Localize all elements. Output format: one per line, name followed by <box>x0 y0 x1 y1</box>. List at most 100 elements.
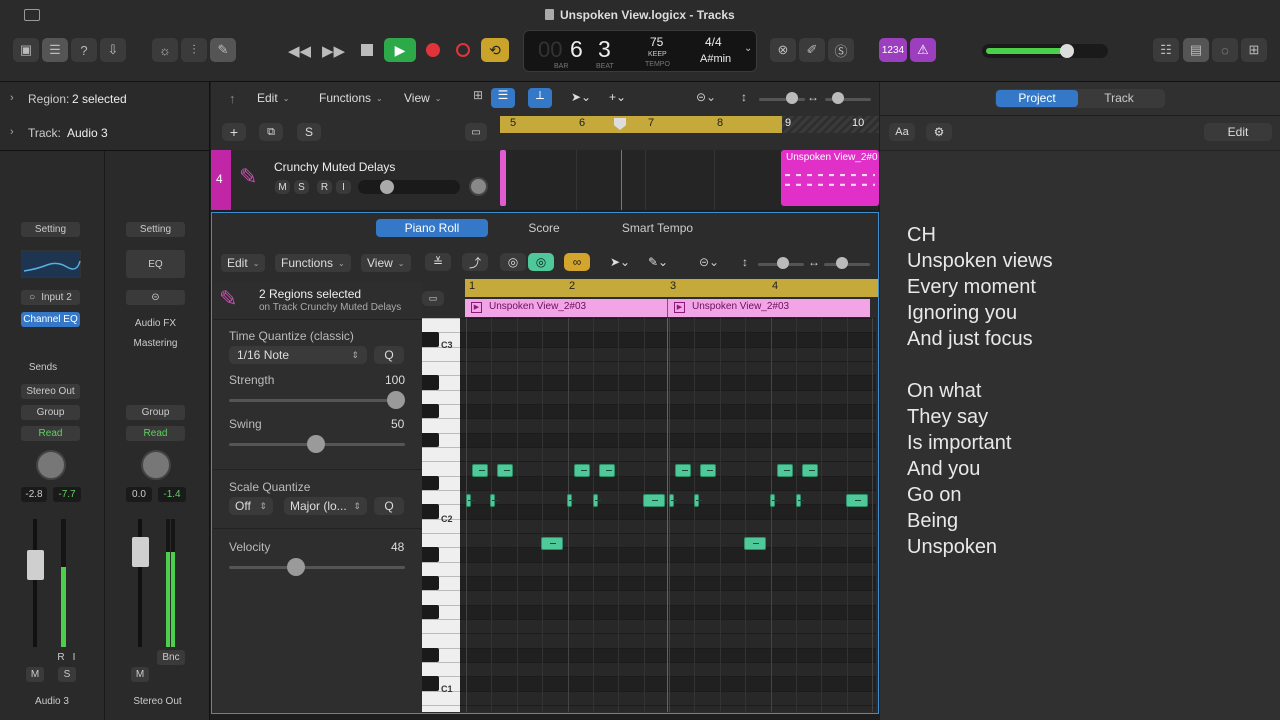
settings-icon[interactable]: ⚙ <box>926 123 952 141</box>
eq-thumbnail[interactable] <box>21 250 81 278</box>
strip1-group[interactable]: Group <box>21 405 80 420</box>
strip1-mute[interactable]: M <box>26 667 44 682</box>
metronome-icon[interactable]: ⚠ <box>910 38 936 62</box>
editor-automation-icon[interactable]: ⊝⌄ <box>699 255 719 269</box>
collapse-icon[interactable]: ≚ <box>425 253 451 271</box>
midi-note[interactable] <box>593 494 602 507</box>
black-key[interactable] <box>422 647 439 662</box>
editor-view-menu[interactable]: View ⌄ <box>361 254 411 272</box>
strip2-eq[interactable]: EQ <box>126 250 185 278</box>
tab-score[interactable]: Score <box>488 219 600 237</box>
midi-draw-icon[interactable]: ⤴ <box>462 253 488 271</box>
midi-note[interactable] <box>846 494 868 507</box>
capture-record-icon[interactable] <box>456 43 470 57</box>
editor-pencil-tool-icon[interactable]: ✎⌄ <box>648 255 668 269</box>
black-key[interactable] <box>422 332 439 347</box>
master-volume-slider[interactable] <box>982 44 1108 58</box>
velocity-slider[interactable] <box>229 566 405 569</box>
pointer-tool-icon[interactable]: ➤⌄ <box>571 90 591 104</box>
black-key[interactable] <box>422 575 439 591</box>
playhead-icon[interactable] <box>614 118 626 130</box>
quantize-button[interactable]: Q <box>374 346 404 364</box>
midi-out-icon[interactable]: ◎ <box>528 253 554 271</box>
midi-note[interactable] <box>744 537 766 550</box>
arrange-region[interactable]: Unspoken View_2#0 <box>781 150 879 206</box>
editor-hzoom-knob[interactable] <box>836 257 848 269</box>
midi-note[interactable] <box>472 464 488 477</box>
track-pan-knob[interactable] <box>469 177 488 196</box>
scale-quantize-off-select[interactable]: Off ⇕ <box>229 497 273 515</box>
black-key[interactable] <box>422 403 439 419</box>
vertical-zoom-slider[interactable] <box>759 98 805 101</box>
strip2-group[interactable]: Group <box>126 405 185 420</box>
strip1-sends[interactable]: Sends <box>21 360 65 375</box>
pen-tool-icon[interactable]: ✐ <box>799 38 825 62</box>
s-button[interactable]: S <box>297 123 321 141</box>
strip2-setting[interactable]: Setting <box>126 222 185 237</box>
strength-slider[interactable] <box>229 399 405 402</box>
editor-ruler[interactable]: 1 2 3 4 <box>465 279 878 297</box>
midi-note[interactable] <box>490 494 499 507</box>
black-key[interactable] <box>422 547 439 562</box>
swing-knob[interactable] <box>307 435 325 453</box>
editor-region-2[interactable]: ▶ Unspoken View_2#03 <box>668 299 870 317</box>
link-icon[interactable]: ∞ <box>564 253 590 271</box>
chevron-down-icon[interactable]: ⌄ <box>744 43 752 54</box>
tracks-edit-menu[interactable]: Edit ⌄ <box>257 91 289 105</box>
master-volume-knob[interactable] <box>1060 44 1074 58</box>
strip1-pan-knob[interactable] <box>36 450 66 480</box>
editor-region-1[interactable]: ▶ Unspoken View_2#03 <box>465 299 668 317</box>
automation-icon[interactable]: ⊝⌄ <box>696 90 716 104</box>
midi-note[interactable] <box>802 464 818 477</box>
link-icon[interactable]: ⊝ <box>126 290 185 305</box>
midi-note[interactable] <box>541 537 563 550</box>
region-disclosure[interactable]: › <box>10 92 14 104</box>
strip1-setting[interactable]: Setting <box>21 222 80 237</box>
download-icon[interactable]: ⇩ <box>100 38 126 62</box>
strip2-fader[interactable] <box>132 537 149 567</box>
midi-note[interactable] <box>796 494 805 507</box>
midi-note[interactable] <box>497 464 513 477</box>
black-key[interactable] <box>422 504 439 519</box>
notepad-icon[interactable]: ▤ <box>1183 38 1209 62</box>
global-tracks-button[interactable]: ▭ <box>465 123 487 141</box>
track-volume-slider[interactable] <box>358 180 460 194</box>
tracks-ruler[interactable]: 5 6 7 8 9 10 <box>500 116 879 133</box>
vertical-zoom-knob[interactable] <box>786 92 798 104</box>
black-key[interactable] <box>422 604 439 619</box>
cycle-button[interactable]: ⟲ <box>481 38 509 62</box>
tracks-view-menu[interactable]: View ⌄ <box>404 91 442 105</box>
rewind-icon[interactable]: ◀◀ <box>288 42 311 60</box>
tab-track[interactable]: Track <box>1078 90 1160 107</box>
horizontal-zoom-knob[interactable] <box>832 92 844 104</box>
strip1-fader[interactable] <box>27 550 44 580</box>
time-quantize-select[interactable]: 1/16 Note ⇕ <box>229 346 367 364</box>
black-key[interactable] <box>422 676 439 691</box>
track-solo[interactable]: S <box>294 180 309 194</box>
strip2-mute[interactable]: M <box>131 667 149 682</box>
velocity-knob[interactable] <box>287 558 305 576</box>
catch-icon[interactable]: ↑ <box>229 91 236 106</box>
strip2-pan-knob[interactable] <box>141 450 171 480</box>
crosshair-tool-icon[interactable]: +⌄ <box>609 90 626 104</box>
midi-note[interactable] <box>675 464 691 477</box>
strip1-input[interactable]: ○ Input 2 <box>21 290 80 305</box>
help-icon[interactable]: ? <box>71 38 97 62</box>
midi-note[interactable] <box>599 464 615 477</box>
list-editors-icon[interactable]: ☷ <box>1153 38 1179 62</box>
tracks-functions-menu[interactable]: Functions ⌄ <box>319 91 383 105</box>
lyrics-text[interactable]: CH Unspoken views Every moment Ignoring you… <box>907 222 1267 560</box>
black-key[interactable] <box>422 432 439 447</box>
editor-functions-menu[interactable]: Functions ⌄ <box>275 254 351 272</box>
midi-note[interactable] <box>466 494 475 507</box>
record-icon[interactable] <box>426 43 440 57</box>
track-disclosure[interactable]: › <box>10 126 14 138</box>
sidebar-toggle-icon[interactable] <box>24 9 40 21</box>
tab-project[interactable]: Project <box>996 90 1078 107</box>
piano-keyboard[interactable]: C3 C2 C1 <box>422 318 460 712</box>
strip1-input-monitor[interactable]: I <box>68 650 80 665</box>
channel-eq-slot[interactable]: Channel EQ <box>21 312 80 327</box>
smart-controls-icon[interactable]: ☼ <box>152 38 178 62</box>
editors-icon[interactable]: ✎ <box>210 38 236 62</box>
track-row[interactable]: 4 ✎ Crunchy Muted Delays M S R I Unspoke… <box>211 150 879 210</box>
